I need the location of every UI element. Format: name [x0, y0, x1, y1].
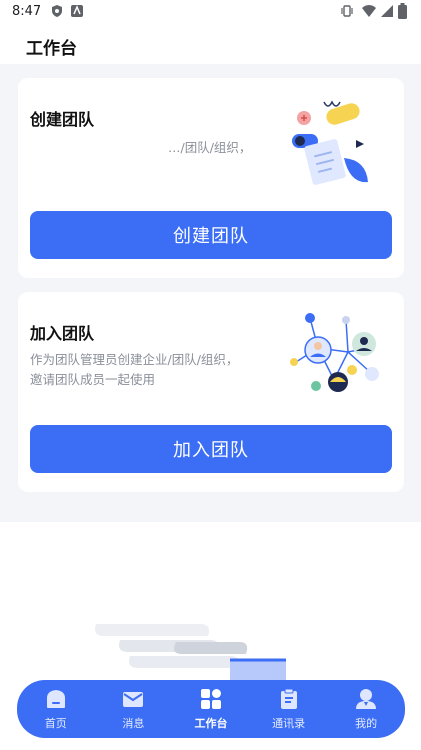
- home-icon: [46, 690, 65, 708]
- create-team-button[interactable]: 创建团队: [30, 211, 392, 259]
- shield-icon: [52, 5, 62, 17]
- join-team-description-line1: 作为团队管理员创建企业/团队/组织，: [30, 352, 239, 367]
- vibrate-icon: [341, 5, 353, 17]
- wifi-icon: [362, 5, 376, 17]
- workbench-page: 8:47 工作台 创建团队 …/团队/组织， 创建团队 加入团队 作为团队管理员…: [0, 0, 421, 750]
- create-team-illustration-icon: [292, 100, 368, 185]
- create-team-card: 创建团队 …/团队/组织， 创建团队: [18, 78, 404, 278]
- join-team-description-line2: 邀请团队成员一起使用: [30, 372, 156, 387]
- nav-label-home: 首页: [44, 717, 67, 730]
- status-time: 8:47: [12, 4, 42, 19]
- join-team-card: 加入团队 作为团队管理员创建企业/团队/组织， 邀请团队成员一起使用 加入团队: [18, 292, 404, 492]
- nav-item-contacts[interactable]: 通讯录: [259, 683, 319, 735]
- battery-icon: [398, 3, 407, 19]
- nav-item-home[interactable]: 首页: [26, 683, 86, 735]
- join-team-title: 加入团队: [30, 324, 95, 343]
- create-team-title: 创建团队: [30, 110, 95, 129]
- status-bar: 8:47: [0, 0, 421, 24]
- page-title: 工作台: [26, 39, 77, 59]
- nav-item-messages[interactable]: 消息: [103, 683, 163, 735]
- nav-label-messages: 消息: [122, 717, 145, 730]
- app-notification-icon: [71, 5, 83, 17]
- person-icon: [356, 689, 377, 709]
- grid-icon: [200, 689, 221, 709]
- decorative-stack-icon: [95, 624, 286, 680]
- app-header: 工作台: [0, 24, 421, 64]
- team-network-illustration-icon: [290, 313, 379, 392]
- create-team-description: …/团队/组织，: [168, 140, 252, 155]
- mail-icon: [123, 692, 144, 707]
- join-team-description: 作为团队管理员创建企业/团队/组织， 邀请团队成员一起使用: [30, 350, 280, 390]
- join-team-button[interactable]: 加入团队: [30, 425, 392, 473]
- nav-label-contacts: 通讯录: [272, 717, 306, 730]
- signal-icon: [381, 5, 393, 17]
- clipboard-icon: [280, 688, 297, 709]
- bottom-navigation: 首页 消息 工作台 通讯录 我的: [17, 680, 405, 738]
- nav-label-profile: 我的: [355, 717, 378, 730]
- nav-item-workbench[interactable]: 工作台: [181, 683, 241, 735]
- nav-item-profile[interactable]: 我的: [336, 683, 396, 735]
- nav-label-workbench: 工作台: [194, 717, 228, 730]
